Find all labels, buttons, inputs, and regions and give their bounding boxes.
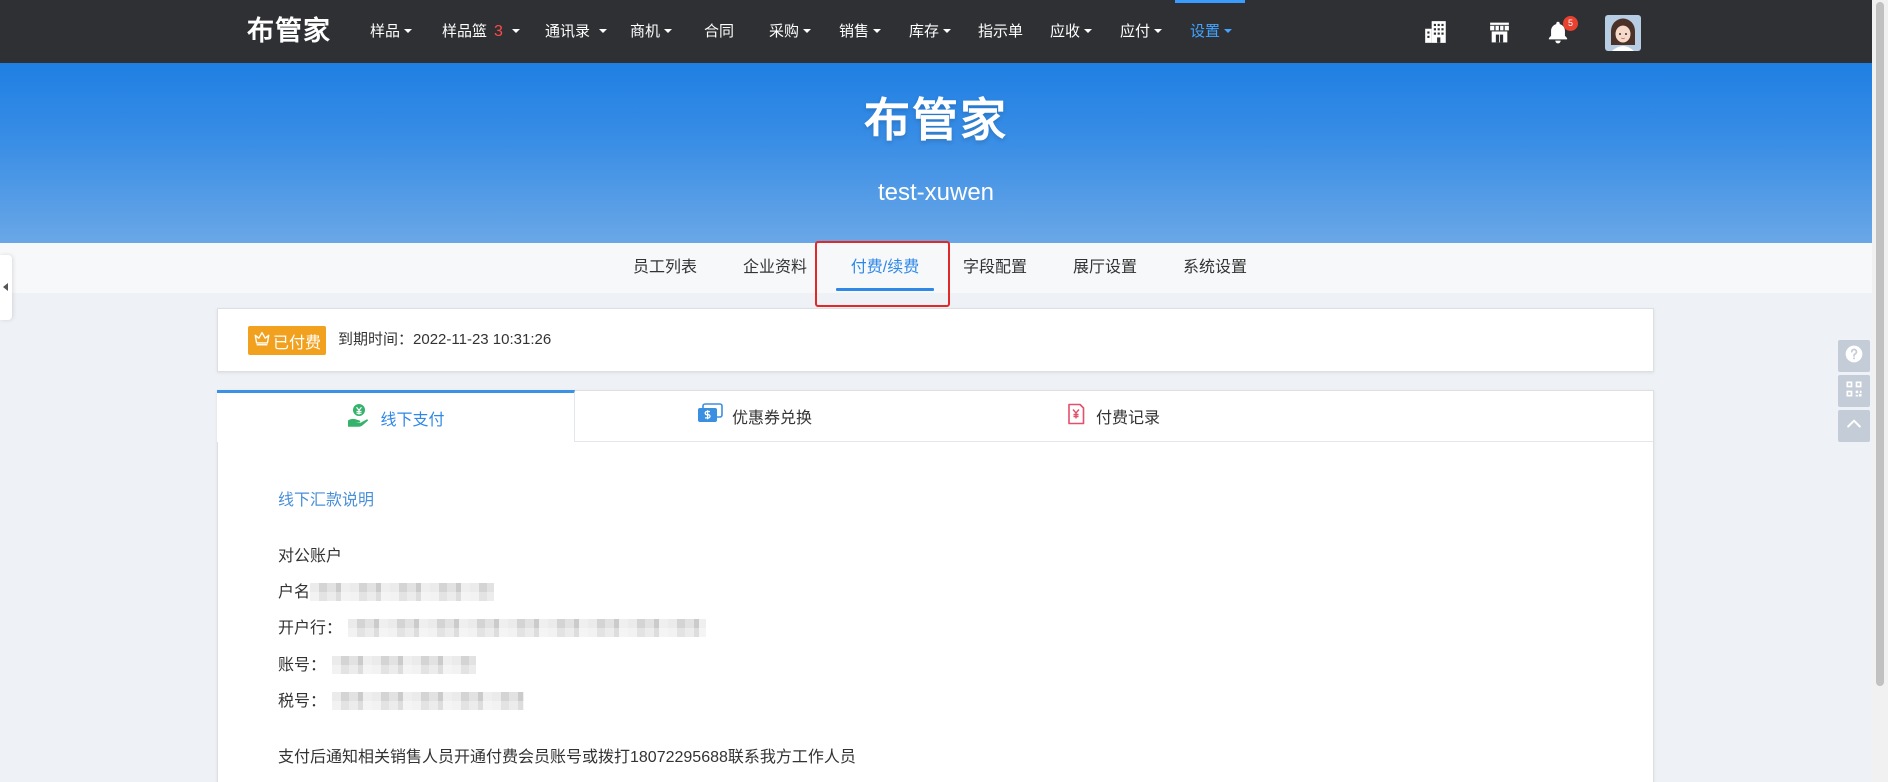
field-label: 税号： — [278, 693, 327, 710]
nav-item-sample-basket[interactable]: 样品篮 3 — [442, 0, 520, 63]
page-scrollbar[interactable] — [1872, 0, 1888, 782]
nav-item-receivables[interactable]: 应收 — [1050, 0, 1093, 63]
nav-item-label: 销售 — [839, 23, 870, 40]
expiry-label: 到期时间： — [338, 331, 414, 348]
field-label: 户名 — [278, 584, 311, 601]
field-label: 账号： — [278, 657, 327, 674]
payment-tab-bar: 线下支付 优惠券兑换 付费记录 — [217, 390, 1653, 442]
nav-item-opportunities[interactable]: 商机 — [630, 0, 673, 63]
nav-item-samples[interactable]: 样品 — [370, 0, 413, 63]
redacted-value — [310, 582, 495, 601]
settings-tab-bar: 员工列表 企业资料 付费/续费 字段配置 展厅设置 系统设置 — [0, 243, 1872, 293]
nav-item-label: 应收 — [1050, 23, 1081, 40]
nav-item-payables[interactable]: 应付 — [1120, 0, 1163, 63]
tab-label: 付费/续费 — [850, 259, 920, 276]
hand-coin-icon — [346, 402, 372, 433]
paid-status-badge: 已付费 — [248, 326, 326, 355]
tab-offline-payment[interactable]: 线下支付 — [217, 390, 575, 442]
nav-item-label: 合同 — [704, 23, 735, 40]
avatar[interactable] — [1605, 15, 1641, 51]
field-label: 开户行： — [278, 620, 343, 637]
top-navbar: 布管家 样品 样品篮 3 通讯录 商机 合同 采购 销售 库存 指示单 应收 应付… — [0, 0, 1872, 63]
company-banner: 布管家 test-xuwen — [0, 63, 1872, 243]
tab-coupon-redeem[interactable]: 优惠券兑换 — [575, 391, 933, 441]
banner-title: 布管家 — [864, 94, 1008, 146]
redacted-value — [332, 691, 525, 710]
nav-item-settings[interactable]: 设置 — [1190, 0, 1233, 63]
back-to-top-button[interactable] — [1838, 410, 1870, 442]
scrollbar-thumb[interactable] — [1876, 2, 1884, 686]
chevron-down-icon — [599, 29, 608, 34]
tab-label: 优惠券兑换 — [731, 410, 812, 427]
nav-item-label: 商机 — [630, 23, 661, 40]
coupon-icon — [696, 402, 724, 431]
tab-payment-renewal[interactable]: 付费/续费 — [830, 243, 940, 293]
app-logo[interactable]: 布管家 — [247, 0, 331, 63]
nav-item-contacts[interactable]: 通讯录 — [545, 0, 608, 63]
expiry-time: 2022-11-23 10:31:26 — [413, 331, 552, 348]
nav-item-instructions[interactable]: 指示单 — [978, 0, 1023, 63]
account-type-label: 对公账户 — [278, 548, 343, 565]
chevron-left-icon — [3, 283, 8, 291]
tab-label: 付费记录 — [1095, 410, 1160, 427]
tab-label: 线下支付 — [380, 411, 445, 429]
nav-item-label: 应付 — [1120, 23, 1151, 40]
expiry-info: 到期时间：2022-11-23 10:31:26 — [338, 330, 551, 350]
nav-item-contracts[interactable]: 合同 — [704, 0, 734, 63]
nav-item-label: 指示单 — [978, 23, 1024, 40]
chevron-down-icon — [1154, 29, 1163, 34]
notification-count-badge: 5 — [1563, 16, 1578, 31]
nav-item-inventory[interactable]: 库存 — [909, 0, 952, 63]
tax-number-row: 税号： — [278, 691, 525, 712]
payment-panel: 线下支付 优惠券兑换 付费记录 线下汇款说明 对公账户 户名 开户行： 账号： … — [217, 390, 1654, 782]
building-icon[interactable] — [1423, 19, 1449, 50]
nav-item-label: 通讯录 — [545, 23, 591, 40]
qr-code-icon — [1844, 379, 1864, 404]
account-number-row: 账号： — [278, 655, 477, 676]
qr-code-button[interactable] — [1838, 375, 1870, 407]
nav-item-label: 样品 — [370, 23, 401, 40]
help-icon — [1844, 344, 1864, 369]
crown-icon — [253, 329, 271, 352]
tab-system-settings[interactable]: 系统设置 — [1160, 243, 1270, 293]
nav-item-label: 采购 — [769, 23, 800, 40]
nav-item-label: 样品篮 — [442, 23, 488, 40]
nav-item-label: 设置 — [1190, 23, 1221, 40]
receipt-icon — [1064, 402, 1088, 431]
bank-row: 开户行： — [278, 618, 707, 639]
chevron-down-icon — [1224, 29, 1233, 34]
payment-note: 支付后通知相关销售人员开通付费会员账号或拨打18072295688联系我方工作人… — [278, 749, 856, 766]
tab-staff-list[interactable]: 员工列表 — [610, 243, 720, 293]
company-name: test-xuwen — [877, 179, 995, 206]
membership-status-card: 已付费 到期时间：2022-11-23 10:31:26 — [217, 308, 1654, 372]
chevron-down-icon — [943, 29, 952, 34]
back-to-top-icon — [1844, 414, 1864, 439]
chevron-down-icon — [1084, 29, 1093, 34]
tab-field-config[interactable]: 字段配置 — [940, 243, 1050, 293]
chevron-down-icon — [873, 29, 882, 34]
offline-remittance-heading[interactable]: 线下汇款说明 — [278, 491, 374, 511]
chevron-down-icon — [511, 29, 520, 34]
chevron-down-icon — [404, 29, 413, 34]
redacted-value — [332, 655, 477, 674]
tab-company-profile[interactable]: 企业资料 — [720, 243, 830, 293]
chevron-down-icon — [664, 29, 673, 34]
nav-item-label: 库存 — [909, 23, 940, 40]
nav-item-sales[interactable]: 销售 — [839, 0, 882, 63]
chevron-down-icon — [803, 29, 812, 34]
nav-item-purchasing[interactable]: 采购 — [769, 0, 812, 63]
account-name-row: 户名 — [278, 582, 495, 603]
paid-status-label: 已付费 — [272, 334, 321, 352]
store-icon[interactable] — [1487, 20, 1512, 50]
redacted-value — [348, 618, 707, 637]
basket-count-badge: 3 — [494, 23, 503, 40]
sidebar-toggle[interactable] — [0, 255, 12, 320]
tab-showroom-settings[interactable]: 展厅设置 — [1050, 243, 1160, 293]
tab-payment-records[interactable]: 付费记录 — [933, 391, 1291, 441]
active-tab-underline — [836, 288, 934, 291]
help-button[interactable] — [1838, 340, 1870, 372]
